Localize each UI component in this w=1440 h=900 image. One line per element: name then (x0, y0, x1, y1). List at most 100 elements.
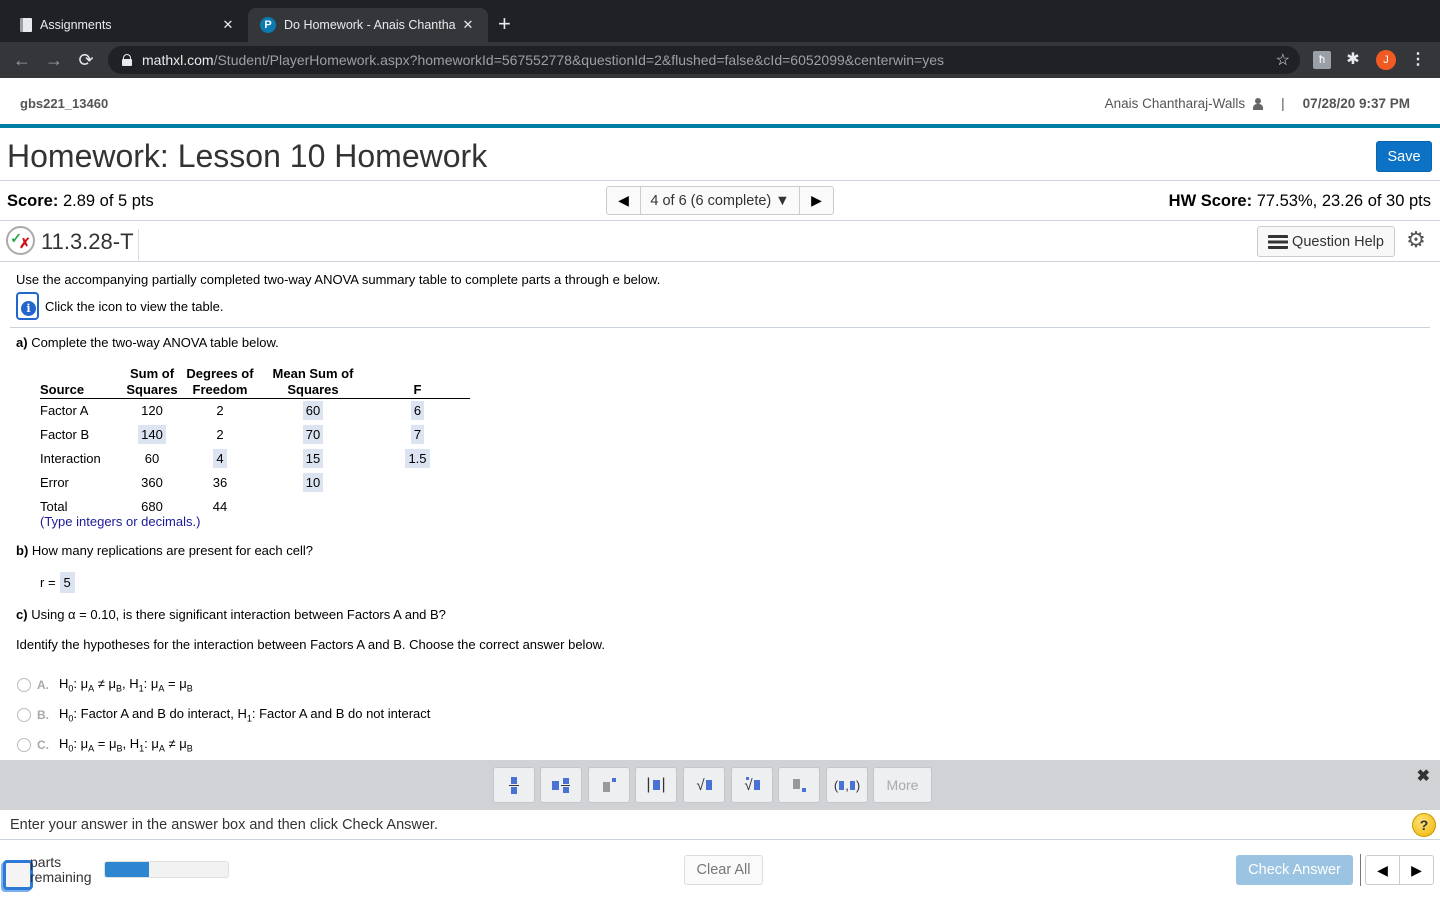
answer-box[interactable]: 6 (410, 401, 425, 420)
header-ms: Mean Sum of Squares (272, 366, 354, 397)
cell-df: 44 (183, 499, 257, 514)
table-row: Factor B 140 2 70 7 (40, 423, 470, 447)
part-b-text: How many replications are present for ea… (31, 543, 313, 558)
close-palette-icon[interactable]: ✖ (1417, 766, 1430, 786)
pearson-p-icon: P (260, 17, 276, 33)
question-score: Score: 2.89 of 5 pts (7, 192, 154, 211)
cell-value: 120 (141, 403, 163, 418)
part-a-prompt: a) Complete the two-way ANOVA table belo… (16, 335, 279, 350)
bookmark-star-icon[interactable]: ☆ (1276, 50, 1290, 70)
more-label: More (886, 777, 919, 793)
answer-box[interactable]: 15 (302, 449, 324, 468)
user-name[interactable]: Anais Chantharaj-Walls (1105, 96, 1246, 111)
answer-box[interactable]: 60 (302, 401, 324, 420)
question-navigator: ◀ 4 of 6 (6 complete) ▼ ▶ (606, 186, 834, 215)
option-c[interactable]: C. H0: μA = μB, H1: μA ≠ μB (17, 736, 193, 754)
ordered-pair-button[interactable]: (,) (826, 767, 868, 803)
check-answer-button[interactable]: Check Answer (1236, 855, 1353, 885)
save-button[interactable]: Save (1376, 141, 1432, 172)
option-letter: C. (37, 737, 49, 752)
answer-box[interactable]: 140 (138, 425, 166, 444)
r-answer-box[interactable]: 5 (59, 572, 75, 593)
radio-button[interactable] (17, 677, 31, 692)
divider (1360, 854, 1361, 886)
cell-f: 6 (400, 401, 435, 420)
header-ss: Sum of Squares (126, 366, 178, 397)
score-value: 2.89 of 5 pts (62, 192, 154, 210)
next-question-button[interactable]: ▶ (799, 187, 833, 214)
address-bar[interactable]: mathxl.com/Student/PlayerHomework.aspx?h… (108, 46, 1300, 74)
exponent-button[interactable] (588, 767, 630, 803)
cell-df: 2 (183, 427, 257, 442)
more-button[interactable]: More (873, 767, 932, 803)
part-b-label: b) (16, 543, 29, 558)
cell-ss: 140 (124, 425, 180, 444)
fraction-button[interactable] (493, 767, 535, 803)
question-help-label: Question Help (1292, 233, 1384, 250)
next-button[interactable]: ▶ (1400, 856, 1433, 884)
new-tab-button[interactable]: + (498, 12, 511, 36)
anova-table-header: Source Sum of Squares Degrees of Freedom M… (40, 365, 470, 399)
close-tab-icon[interactable]: ✕ (460, 17, 476, 33)
answer-box[interactable]: 7 (410, 425, 425, 444)
homework-score: HW Score: 77.53%, 23.26 of 30 pts (1169, 192, 1431, 211)
reload-icon[interactable]: ⟳ (74, 48, 98, 72)
answer-box[interactable]: 10 (302, 473, 324, 492)
fraction-icon (509, 776, 519, 794)
tab-do-homework[interactable]: P Do Homework - Anais Chantha ✕ (248, 8, 488, 42)
cell-df: 36 (183, 475, 257, 490)
radio-button[interactable] (17, 707, 31, 722)
cell-ms: 60 (268, 401, 358, 420)
subscript-icon (792, 778, 806, 792)
previous-button[interactable]: ◀ (1366, 856, 1400, 884)
cell-value: Total (40, 499, 68, 514)
parts-line1: parts (30, 854, 62, 870)
subscript-button[interactable] (778, 767, 820, 803)
clear-all-button[interactable]: Clear All (684, 855, 763, 885)
option-a[interactable]: A. H0: μA ≠ μB, H1: μA = μB (17, 676, 193, 694)
cell-ms: 15 (268, 449, 358, 468)
extension-icon[interactable]: ћ (1313, 51, 1331, 69)
mixed-number-icon (552, 777, 570, 793)
info-line: Click the icon to view the table. (16, 292, 223, 320)
answer-box[interactable]: 1.5 (405, 449, 430, 468)
url-host: mathxl.com (142, 52, 214, 68)
score-row: Score: 2.89 of 5 pts ◀ 4 of 6 (6 complet… (0, 181, 1440, 221)
profile-avatar[interactable]: J (1376, 50, 1396, 70)
header-f: F (413, 382, 422, 397)
url-path: /Student/PlayerHomework.aspx?homeworkId=… (213, 52, 945, 68)
back-arrow-icon[interactable]: ← (10, 48, 34, 72)
answer-box[interactable]: 4 (213, 449, 227, 468)
radio-button[interactable] (17, 737, 31, 752)
cell-value: 2 (216, 403, 224, 418)
info-icon[interactable] (16, 292, 39, 320)
cell-ms: 10 (268, 473, 358, 492)
divider (10, 327, 1430, 328)
parts-line2: remaining (30, 869, 92, 885)
cell-ss: 680 (124, 499, 180, 514)
footer: parts remaining Clear All Check Answer ◀… (0, 840, 1440, 900)
mixed-number-button[interactable] (540, 767, 582, 803)
absolute-value-button[interactable]: | | (635, 767, 677, 803)
square-root-button[interactable]: √ (683, 767, 725, 803)
answer-box[interactable]: 70 (302, 425, 324, 444)
previous-question-button[interactable]: ◀ (607, 187, 641, 214)
browser-menu-icon[interactable]: ⋮ (1410, 50, 1426, 70)
question-help-button[interactable]: Question Help (1257, 226, 1395, 257)
status-text: Enter your answer in the answer box and … (10, 817, 438, 833)
option-b[interactable]: B. H0: Factor A and B do interact, H1: F… (17, 706, 430, 724)
nth-root-button[interactable]: √ (731, 767, 773, 803)
question-selector[interactable]: 4 of 6 (6 complete) ▼ (641, 187, 799, 214)
extensions-puzzle-icon[interactable]: ✱ (1344, 51, 1362, 69)
replications-line: r = 5 (40, 572, 75, 593)
table-row: Error 360 36 10 (40, 471, 470, 495)
user-icon (1253, 97, 1264, 110)
user-info: Anais Chantharaj-Walls | 07/28/20 9:37 P… (1105, 96, 1410, 111)
table-row: Factor A 120 2 60 6 (40, 399, 470, 423)
help-icon[interactable]: ? (1412, 813, 1436, 837)
tab-assignments[interactable]: Assignments ✕ (8, 8, 248, 42)
forward-arrow-icon[interactable]: → (42, 48, 66, 72)
tab-title: Assignments (40, 18, 112, 32)
gear-icon[interactable]: ⚙ (1405, 229, 1427, 251)
close-tab-icon[interactable]: ✕ (220, 17, 236, 33)
